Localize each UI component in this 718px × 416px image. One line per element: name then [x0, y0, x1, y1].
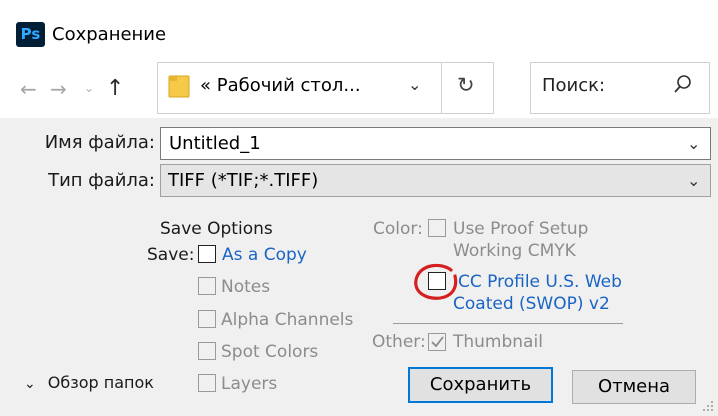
- photoshop-logo-icon: Ps: [16, 22, 45, 47]
- filename-input[interactable]: [169, 131, 649, 157]
- other-label: Other:: [372, 332, 426, 352]
- folder-icon: [168, 75, 190, 98]
- filename-dropdown-icon[interactable]: ⌄: [687, 134, 700, 153]
- recent-locations-chevron-icon[interactable]: ⌄: [84, 81, 94, 95]
- as-copy-checkbox[interactable]: [198, 245, 216, 263]
- filename-label: Имя файла:: [44, 132, 155, 153]
- notes-checkbox[interactable]: [198, 277, 216, 295]
- thumbnail-checkbox[interactable]: [428, 333, 446, 351]
- use-proof-setup-checkbox[interactable]: [428, 219, 446, 237]
- cancel-button[interactable]: Отмена: [572, 370, 696, 404]
- search-input[interactable]: [542, 74, 662, 98]
- layers-checkbox[interactable]: [198, 374, 216, 392]
- layers-label: Layers: [221, 374, 278, 394]
- use-proof-setup-label: Use Proof Setup Working CMYK: [453, 219, 589, 261]
- window-title: Сохранение: [52, 24, 167, 45]
- color-label: Color:: [373, 219, 423, 239]
- forward-arrow-icon[interactable]: →: [50, 79, 67, 99]
- browse-folders-label: Обзор папок: [47, 373, 154, 392]
- filetype-dropdown-icon[interactable]: ⌄: [687, 171, 700, 190]
- save-options-title: Save Options: [160, 219, 273, 239]
- as-copy-label[interactable]: As a Copy: [222, 244, 307, 266]
- resize-grip-icon[interactable]: [700, 398, 714, 412]
- spot-colors-checkbox[interactable]: [198, 342, 216, 360]
- chevron-down-icon: ⌄: [24, 376, 36, 392]
- back-arrow-icon[interactable]: ←: [20, 79, 37, 99]
- spot-colors-label: Spot Colors: [221, 342, 319, 362]
- save-label: Save:: [147, 245, 195, 265]
- up-arrow-icon[interactable]: ↑: [106, 76, 124, 101]
- thumbnail-label: Thumbnail: [453, 332, 543, 352]
- checkmark-icon: [431, 336, 444, 348]
- address-path[interactable]: « Рабочий стол...: [200, 74, 361, 98]
- refresh-icon[interactable]: ↻: [457, 73, 475, 97]
- notes-label: Notes: [221, 277, 271, 297]
- alpha-channels-label: Alpha Channels: [221, 310, 354, 330]
- search-icon[interactable]: [672, 73, 694, 95]
- address-dropdown-icon[interactable]: ⌄: [408, 75, 421, 94]
- icc-profile-label[interactable]: ICC Profile U.S. Web Coated (SWOP) v2: [453, 271, 653, 315]
- save-button[interactable]: Сохранить: [408, 367, 553, 403]
- options-divider: [393, 323, 623, 324]
- red-annotation-circle: [414, 263, 458, 300]
- alpha-channels-checkbox[interactable]: [198, 310, 216, 328]
- filetype-label: Тип файла:: [48, 170, 155, 191]
- filetype-value[interactable]: TIFF (*TIF;*.TIFF): [168, 168, 318, 194]
- browse-folders-toggle[interactable]: ⌄ Обзор папок: [24, 372, 154, 395]
